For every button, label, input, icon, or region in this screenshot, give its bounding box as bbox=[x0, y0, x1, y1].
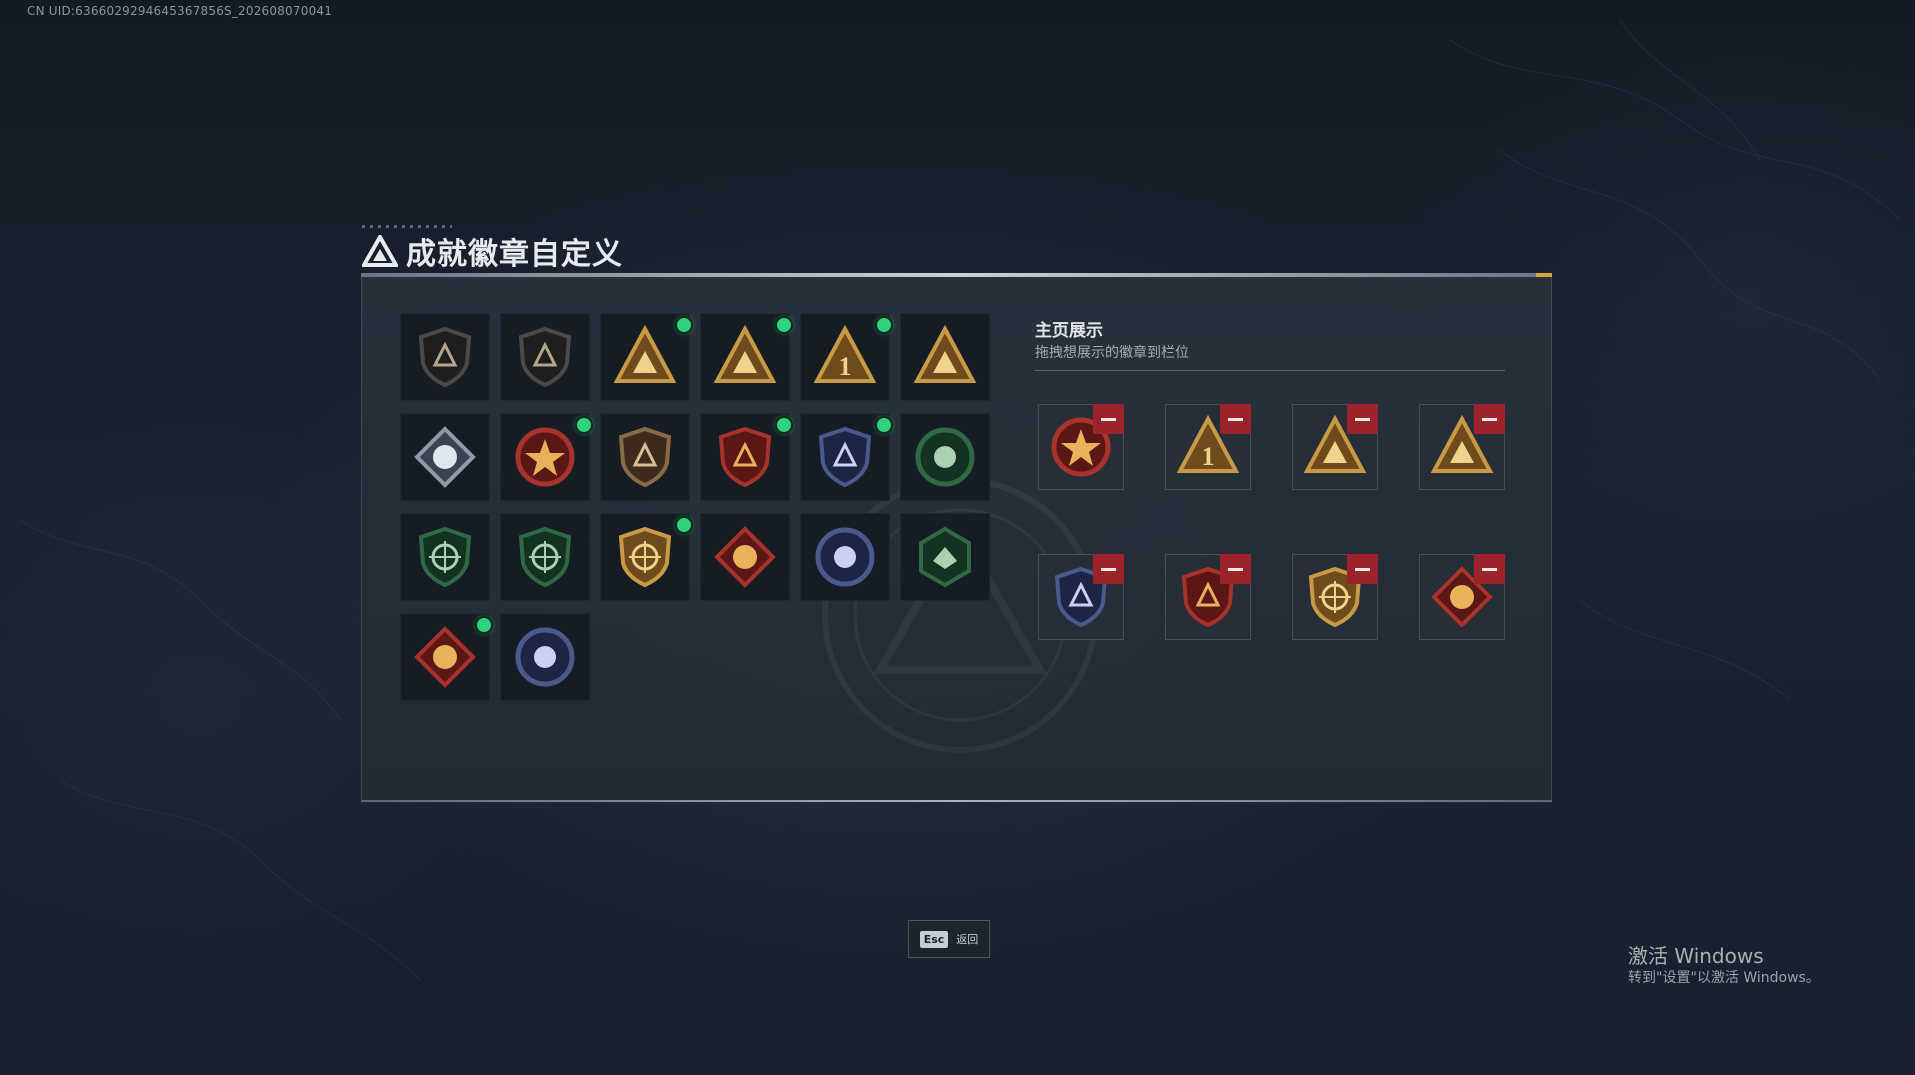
gold-triangle-helmet-badge[interactable] bbox=[700, 313, 791, 401]
new-indicator-dot bbox=[677, 318, 691, 332]
triangle-logo-icon bbox=[362, 235, 398, 267]
blue-stars-shield-badge[interactable] bbox=[800, 413, 891, 501]
blue-round-wolf-badge[interactable] bbox=[500, 613, 590, 701]
red-diamond-wolf-badge[interactable] bbox=[700, 513, 790, 601]
svg-text:1: 1 bbox=[839, 352, 852, 381]
red-diamond-dragon-badge-icon bbox=[414, 626, 476, 688]
showcase-slot-red-star-medal-badge[interactable] bbox=[1038, 404, 1124, 490]
red-star-medal-badge-icon bbox=[515, 427, 575, 487]
shield-triangle-badge-icon bbox=[418, 326, 472, 388]
blue-round-eagle-badge[interactable] bbox=[800, 513, 890, 601]
gold-crosshair-shield-badge[interactable] bbox=[600, 513, 691, 601]
page-title: 成就徽章自定义 bbox=[406, 237, 623, 272]
gold-triangle-crate-badge-icon bbox=[613, 325, 677, 383]
back-button[interactable]: Esc 返回 bbox=[908, 920, 990, 958]
minus-icon bbox=[1355, 417, 1370, 421]
remove-badge-button[interactable] bbox=[1093, 404, 1124, 434]
remove-badge-button[interactable] bbox=[1347, 554, 1378, 584]
remove-badge-button[interactable] bbox=[1347, 404, 1378, 434]
minus-icon bbox=[1101, 417, 1116, 421]
back-label: 返回 bbox=[956, 933, 979, 946]
minus-icon bbox=[1101, 567, 1116, 571]
bronze-shield-badge-icon bbox=[618, 426, 672, 488]
red-stars-shield-badge-icon bbox=[718, 426, 772, 488]
remove-badge-button[interactable] bbox=[1093, 554, 1124, 584]
green-crosshair-rifle-badge-icon bbox=[418, 526, 472, 588]
new-indicator-dot bbox=[677, 518, 691, 532]
minus-icon bbox=[1228, 567, 1243, 571]
red-diamond-dragon-badge[interactable] bbox=[400, 613, 491, 701]
minus-icon bbox=[1355, 567, 1370, 571]
showcase-slot-gold-crosshair-shield-badge[interactable] bbox=[1292, 554, 1378, 640]
gold-triangle-soldiers-badge-icon bbox=[913, 325, 977, 383]
red-diamond-wolf-badge-icon bbox=[714, 526, 776, 588]
silver-diamond-skull-badge-icon bbox=[414, 426, 476, 488]
gold-triangle-crate-badge[interactable] bbox=[600, 313, 691, 401]
green-skull-badge[interactable] bbox=[900, 413, 990, 501]
windows-activation-title: 激活 Windows bbox=[1628, 944, 1764, 968]
gold-triangle-helmet-badge-icon bbox=[713, 325, 777, 383]
remove-badge-button[interactable] bbox=[1474, 404, 1505, 434]
green-hexagon-bird-badge-icon bbox=[919, 526, 971, 588]
blue-round-wolf-badge-icon bbox=[515, 627, 575, 687]
remove-badge-button[interactable] bbox=[1474, 554, 1505, 584]
new-indicator-dot bbox=[877, 318, 891, 332]
gold-triangle-number-one-badge-icon: 1 bbox=[813, 325, 877, 383]
silver-diamond-skull-badge[interactable] bbox=[400, 413, 490, 501]
shield-triangle-badge[interactable] bbox=[400, 313, 490, 401]
remove-badge-button[interactable] bbox=[1220, 554, 1251, 584]
remove-badge-button[interactable] bbox=[1220, 404, 1251, 434]
panel-top-accent bbox=[1536, 273, 1552, 277]
esc-key-icon: Esc bbox=[919, 930, 949, 948]
new-indicator-dot bbox=[777, 418, 791, 432]
gold-triangle-soldiers-badge[interactable] bbox=[900, 313, 990, 401]
new-indicator-dot bbox=[477, 618, 491, 632]
red-stars-shield-badge[interactable] bbox=[700, 413, 791, 501]
showcase-title: 主页展示 bbox=[1035, 321, 1103, 341]
panel-bottom-border bbox=[361, 800, 1552, 802]
svg-text:1: 1 bbox=[1202, 442, 1215, 471]
showcase-subtitle: 拖拽想展示的徽章到栏位 bbox=[1035, 345, 1189, 361]
new-indicator-dot bbox=[877, 418, 891, 432]
new-indicator-dot bbox=[777, 318, 791, 332]
showcase-divider bbox=[1035, 370, 1505, 371]
minus-icon bbox=[1228, 417, 1243, 421]
gold-triangle-number-one-badge[interactable]: 1 bbox=[800, 313, 891, 401]
showcase-slot-red-diamond-dragon-badge[interactable] bbox=[1419, 554, 1505, 640]
blue-stars-shield-badge-icon bbox=[818, 426, 872, 488]
green-crosshair-rifle-badge[interactable] bbox=[400, 513, 490, 601]
green-crosshair-rifle-badge-2[interactable] bbox=[500, 513, 590, 601]
new-indicator-dot bbox=[577, 418, 591, 432]
bronze-shield-badge[interactable] bbox=[600, 413, 690, 501]
helicopter-badge-icon bbox=[518, 326, 572, 388]
panel-top-border bbox=[361, 273, 1552, 277]
blue-round-eagle-badge-icon bbox=[815, 527, 875, 587]
showcase-slot-gold-triangle-number-one-badge[interactable]: 1 bbox=[1165, 404, 1251, 490]
red-star-medal-badge[interactable] bbox=[500, 413, 591, 501]
minus-icon bbox=[1482, 417, 1497, 421]
page-header: 成就徽章自定义 bbox=[362, 228, 623, 274]
uid-label: CN UID:6366029294645367856S_202608070041 bbox=[27, 4, 333, 18]
helicopter-badge[interactable] bbox=[500, 313, 590, 401]
green-hexagon-bird-badge[interactable] bbox=[900, 513, 990, 601]
showcase-slot-red-stars-shield-badge[interactable] bbox=[1165, 554, 1251, 640]
minus-icon bbox=[1482, 567, 1497, 571]
green-crosshair-rifle-badge-2-icon bbox=[518, 526, 572, 588]
showcase-slot-gold-triangle-helmet-badge[interactable] bbox=[1292, 404, 1378, 490]
showcase-slot-gold-triangle-crate-badge[interactable] bbox=[1419, 404, 1505, 490]
gold-crosshair-shield-badge-icon bbox=[618, 526, 672, 588]
windows-activation-subtitle: 转到"设置"以激活 Windows。 bbox=[1628, 970, 1820, 986]
showcase-slot-blue-stars-shield-badge[interactable] bbox=[1038, 554, 1124, 640]
green-skull-badge-icon bbox=[915, 427, 975, 487]
